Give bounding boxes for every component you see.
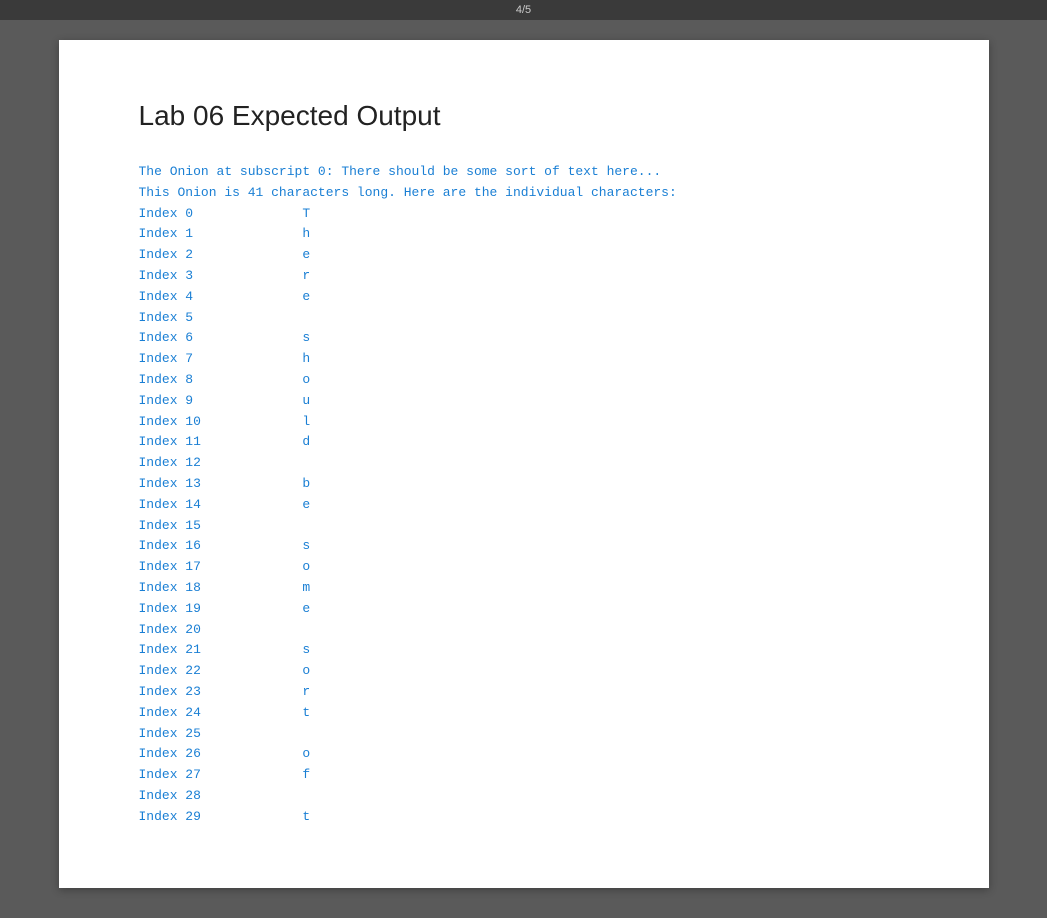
- header-bar: 4/5: [0, 0, 1047, 20]
- code-output: The Onion at subscript 0: There should b…: [139, 162, 909, 828]
- header-page-indicator: 4/5: [516, 4, 531, 16]
- page-title: Lab 06 Expected Output: [139, 100, 909, 132]
- page-container: Lab 06 Expected Output The Onion at subs…: [59, 40, 989, 888]
